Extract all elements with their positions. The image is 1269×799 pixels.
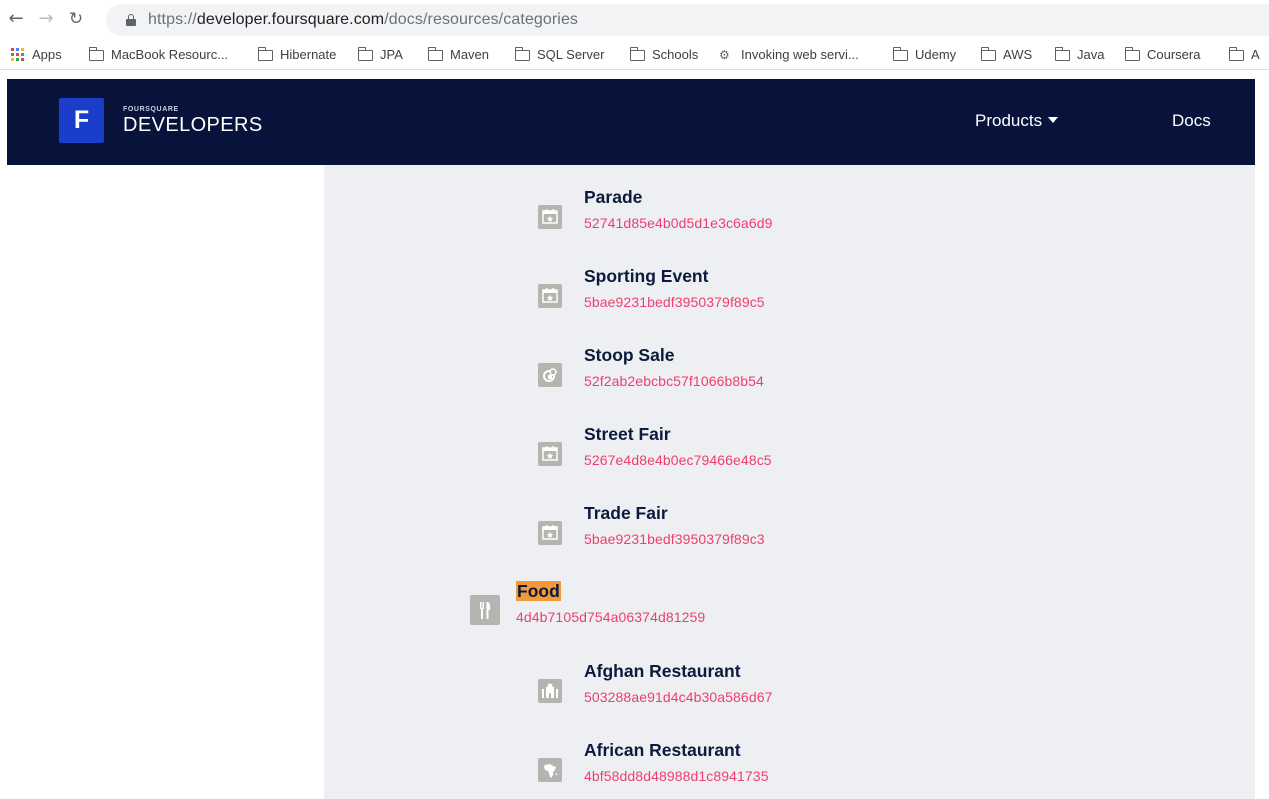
category-name[interactable]: Sporting Event [584, 266, 708, 287]
calendar-star-icon [538, 205, 562, 229]
bookmark-label: SQL Server [537, 47, 605, 62]
bookmark-macbook-resources[interactable]: MacBook Resourc... [88, 46, 229, 64]
folder-icon [629, 47, 645, 61]
caret-down-icon [1048, 116, 1059, 123]
bookmark-udemy[interactable]: Udemy [892, 46, 957, 64]
fork-knife-icon [470, 595, 500, 625]
category-id: 5bae9231bedf3950379f89c5 [584, 294, 765, 310]
gear-icon: ⚙ [719, 48, 730, 62]
africa-icon [538, 758, 562, 782]
url-scheme: https:// [148, 11, 197, 28]
bookmark-hibernate[interactable]: Hibernate [257, 46, 337, 64]
calendar-star-icon [538, 521, 562, 545]
folder-icon [427, 47, 443, 61]
lock-icon[interactable] [126, 14, 136, 26]
bookmark-label: AWS [1003, 47, 1033, 62]
mosque-icon [538, 679, 562, 703]
category-name[interactable]: Stoop Sale [584, 345, 674, 366]
bookmark-a[interactable]: A [1228, 46, 1260, 64]
apps-icon [11, 48, 25, 62]
bookmarks-bar: Apps MacBook Resourc... Hibernate JPA Ma… [0, 40, 1269, 70]
category-name[interactable]: Afghan Restaurant [584, 661, 741, 682]
sale-tag-icon [538, 363, 562, 387]
calendar-star-icon [538, 284, 562, 308]
category-name[interactable]: African Restaurant [584, 740, 741, 761]
back-arrow-icon[interactable]: ← [5, 8, 27, 30]
folder-icon [1228, 47, 1244, 61]
bookmark-label: Maven [450, 47, 490, 62]
bookmark-label: JPA [380, 47, 403, 62]
category-id: 5bae9231bedf3950379f89c3 [584, 531, 765, 547]
bookmark-label: MacBook Resourc... [111, 47, 229, 62]
folder-icon [257, 47, 273, 61]
url-text[interactable]: https://developer.foursquare.com/docs/re… [148, 11, 578, 29]
bookmark-maven[interactable]: Maven [427, 46, 490, 64]
forward-arrow-icon[interactable]: → [35, 8, 57, 30]
category-id: 503288ae91d4c4b30a586d67 [584, 689, 773, 705]
bookmark-java[interactable]: Java [1054, 46, 1105, 64]
docs-link[interactable]: Docs [1172, 111, 1211, 131]
folder-icon [980, 47, 996, 61]
bookmark-label: Schools [652, 47, 699, 62]
search-highlight: Food [516, 581, 561, 601]
folder-icon [1054, 47, 1070, 61]
url-host: developer.foursquare.com [196, 11, 385, 28]
folder-icon [357, 47, 373, 61]
category-id: 52741d85e4b0d5d1e3c6a6d9 [584, 215, 773, 231]
calendar-star-icon [538, 442, 562, 466]
folder-icon [1124, 47, 1140, 61]
category-name[interactable]: Trade Fair [584, 503, 668, 524]
bookmark-schools[interactable]: Schools [629, 46, 699, 64]
folder-icon [88, 47, 104, 61]
category-id: 52f2ab2ebcbc57f1066b8b54 [584, 373, 764, 389]
bookmark-sql-server[interactable]: SQL Server [514, 46, 605, 64]
bookmark-apps[interactable]: Apps [11, 46, 62, 64]
brand-title[interactable]: DEVELOPERS [123, 114, 263, 137]
category-id: 4bf58dd8d48988d1c8941735 [584, 768, 769, 784]
bookmark-label: A [1251, 47, 1260, 62]
bookmark-label: Coursera [1147, 47, 1201, 62]
url-path: /docs/resources/categories [384, 11, 579, 28]
bookmark-label: Apps [32, 47, 62, 62]
bookmark-coursera[interactable]: Coursera [1124, 46, 1201, 64]
browser-toolbar: ← → ↻ https://developer.foursquare.com/d… [0, 0, 1269, 40]
category-name[interactable]: Food [516, 581, 561, 602]
category-name[interactable]: Street Fair [584, 424, 671, 445]
bookmark-label: Invoking web servi... [741, 47, 859, 62]
products-label: Products [975, 111, 1043, 130]
brand-small-text[interactable]: FOURSQUARE [123, 106, 179, 113]
logo-letter: F [73, 106, 90, 134]
site-header: F FOURSQUARE DEVELOPERS Products Docs [7, 79, 1255, 165]
category-name[interactable]: Parade [584, 187, 642, 208]
category-list: Parade 52741d85e4b0d5d1e3c6a6d9 Sporting… [324, 165, 1255, 799]
foursquare-logo[interactable]: F [59, 98, 104, 143]
folder-icon [514, 47, 530, 61]
bookmark-invoking-web-services[interactable]: ⚙ Invoking web servi... [719, 46, 859, 64]
products-menu[interactable]: Products [975, 111, 1059, 131]
reload-icon[interactable]: ↻ [65, 8, 87, 30]
bookmark-jpa[interactable]: JPA [357, 46, 403, 64]
bookmark-label: Hibernate [280, 47, 337, 62]
category-id: 5267e4d8e4b0ec79466e48c5 [584, 452, 772, 468]
bookmark-aws[interactable]: AWS [980, 46, 1033, 64]
folder-icon [892, 47, 908, 61]
bookmark-label: Java [1077, 47, 1105, 62]
bookmark-label: Udemy [915, 47, 957, 62]
category-id: 4d4b7105d754a06374d81259 [516, 609, 706, 625]
address-bar[interactable]: https://developer.foursquare.com/docs/re… [106, 4, 1269, 36]
